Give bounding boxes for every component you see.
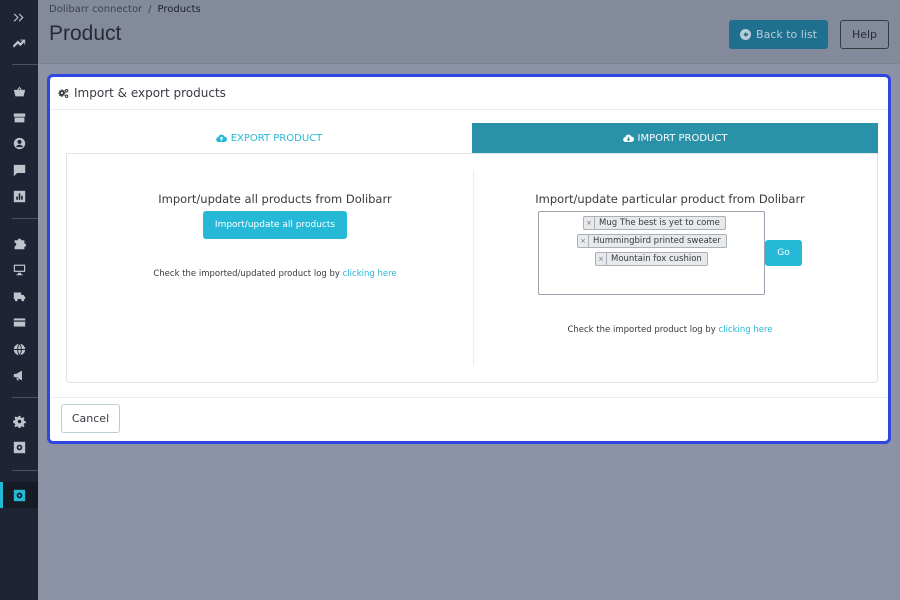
module-settings-icon[interactable] (0, 434, 38, 460)
import-all-button[interactable]: Import/update all products (203, 211, 347, 239)
sidebar-divider (12, 218, 38, 219)
sidebar-divider (12, 397, 38, 398)
go-button[interactable]: Go (765, 240, 802, 266)
back-to-list-label: Back to list (756, 28, 817, 41)
card-icon[interactable] (0, 309, 38, 335)
remove-tag-icon[interactable]: × (584, 217, 595, 229)
breadcrumb-item[interactable]: Dolibarr connector (49, 4, 142, 15)
breadcrumb: Dolibarr connector / Products (49, 4, 201, 15)
log-prefix: Check the imported/updated product log b… (153, 269, 343, 279)
modal-footer-divider (50, 397, 888, 398)
megaphone-icon[interactable] (0, 362, 38, 388)
sidebar (0, 0, 38, 600)
cloud-download-icon (622, 134, 634, 142)
puzzle-icon[interactable] (0, 230, 38, 256)
user-icon[interactable] (0, 130, 38, 156)
sidebar-divider (12, 470, 38, 471)
selected-product-tag: × Mug The best is yet to come (583, 216, 726, 230)
basket-icon[interactable] (0, 78, 38, 104)
selected-product-label: Mountain fox cushion (611, 254, 702, 264)
breadcrumb-separator: / (148, 4, 152, 15)
import-all-log-text: Check the imported/updated product log b… (83, 269, 467, 279)
log-prefix: Check the imported product log by (567, 325, 719, 335)
remove-tag-icon[interactable]: × (596, 253, 607, 265)
remove-tag-icon[interactable]: × (578, 235, 589, 247)
import-particular-log-link[interactable]: clicking here (719, 325, 773, 335)
tab-export-product[interactable]: EXPORT PRODUCT (66, 123, 472, 153)
truck-icon[interactable] (0, 283, 38, 309)
arrow-left-circle-icon (740, 29, 752, 40)
selected-product-label: Mug The best is yet to come (599, 218, 720, 228)
cancel-button[interactable]: Cancel (61, 404, 120, 433)
import-particular-log-text: Check the imported product log by clicki… (478, 325, 862, 335)
sidebar-divider (12, 64, 38, 65)
breadcrumb-current: Products (157, 4, 201, 15)
tab-import-label: IMPORT PRODUCT (637, 132, 728, 144)
stats-icon[interactable] (0, 183, 38, 209)
back-to-list-button[interactable]: Back to list (729, 20, 828, 49)
tab-import-product[interactable]: IMPORT PRODUCT (472, 123, 878, 153)
globe-icon[interactable] (0, 336, 38, 362)
cloud-upload-icon (215, 134, 227, 142)
module-icon[interactable] (0, 482, 38, 508)
selected-product-tag: × Mountain fox cushion (595, 252, 708, 266)
help-button[interactable]: Help (840, 20, 889, 49)
selected-product-tag: × Hummingbird printed sweater (577, 234, 727, 248)
tab-panel: Import/update all products from Dolibarr… (66, 153, 878, 383)
settings-icon[interactable] (0, 408, 38, 434)
tab-export-label: EXPORT PRODUCT (230, 132, 323, 144)
product-multiselect[interactable]: × Mug The best is yet to come × Hummingbir… (538, 211, 765, 295)
chat-icon[interactable] (0, 157, 38, 183)
import-particular-title: Import/update particular product from Do… (535, 192, 805, 206)
import-all-title: Import/update all products from Dolibarr (158, 192, 392, 206)
column-divider (473, 170, 474, 366)
selected-product-label: Hummingbird printed sweater (593, 236, 721, 246)
cogs-icon (58, 88, 69, 98)
modal-title: Import & export products (74, 86, 226, 100)
import-export-modal: Import & export products EXPORT PRODUCT … (47, 74, 891, 444)
page-title: Product (49, 22, 122, 45)
monitor-icon[interactable] (0, 256, 38, 282)
page-header: Dolibarr connector / Products Product Back… (38, 0, 900, 64)
modal-header: Import & export products (50, 77, 888, 110)
expand-icon[interactable] (0, 4, 38, 30)
import-all-log-link[interactable]: clicking here (343, 269, 397, 279)
trend-icon[interactable] (0, 31, 38, 57)
store-icon[interactable] (0, 104, 38, 130)
sidebar-item-active[interactable] (0, 482, 38, 508)
